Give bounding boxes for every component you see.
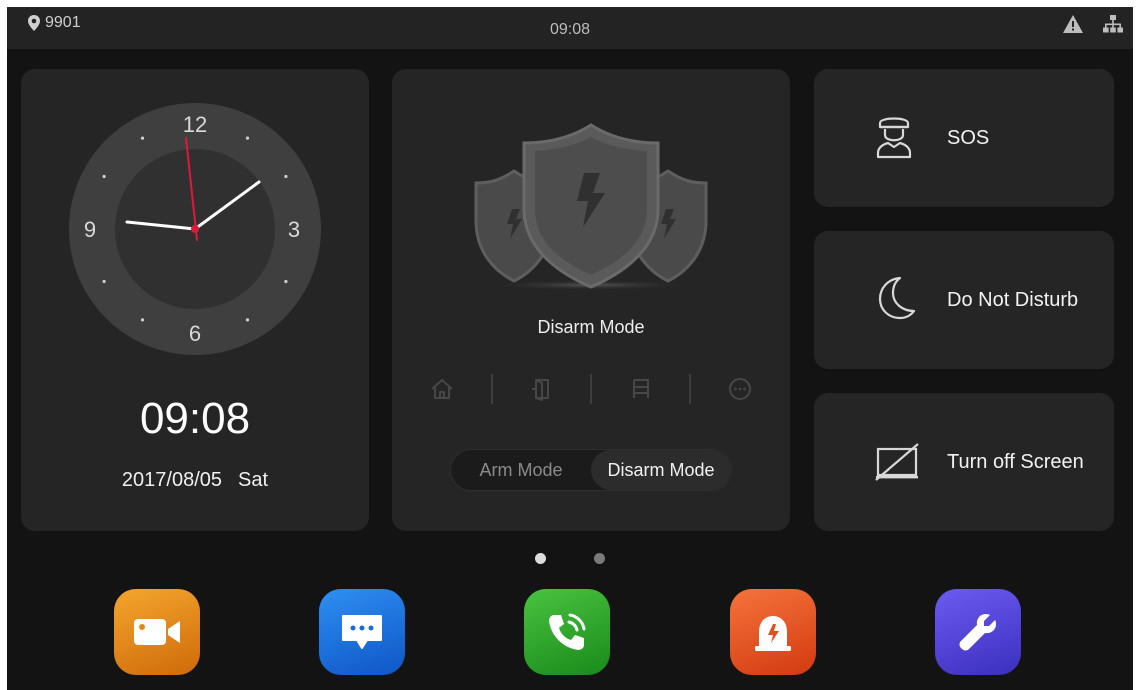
bed-icon (632, 379, 649, 398)
dial-number-9: 9 (84, 217, 96, 242)
zone-divider (589, 374, 592, 404)
mode-label: Disarm Mode (537, 317, 645, 337)
screen-off-icon (875, 443, 919, 481)
turn-off-screen-label: Turn off Screen (947, 451, 1084, 473)
do-not-disturb-button[interactable]: Do Not Disturb (814, 231, 1114, 369)
zone-row (422, 369, 760, 409)
door-icon (532, 379, 550, 401)
security-card[interactable]: Disarm Mode Arm Mode Disarm Mode (392, 69, 790, 531)
zone-bed[interactable] (621, 377, 661, 401)
mode-toggle[interactable]: Arm Mode Disarm Mode (450, 449, 732, 491)
more-icon (728, 378, 751, 400)
status-icons (1063, 15, 1123, 33)
clock-center-pin (191, 225, 199, 233)
app-dock (7, 589, 1133, 679)
date-text: 2017/08/05 (121, 469, 223, 491)
phone-call-icon (549, 613, 586, 650)
disarm-mode-option[interactable]: Disarm Mode (591, 450, 731, 490)
page-dot[interactable] (594, 553, 605, 564)
message-app-button[interactable] (319, 589, 405, 675)
status-bar: 9901 09:08 (7, 7, 1133, 49)
shield-icon (474, 123, 708, 290)
alarm-icon (755, 616, 791, 651)
call-app-button[interactable] (524, 589, 610, 675)
dial-number-12: 12 (183, 112, 207, 137)
turn-off-screen-button[interactable]: Turn off Screen (814, 393, 1114, 531)
dial-number-3: 3 (288, 217, 300, 242)
arm-mode-option[interactable]: Arm Mode (451, 450, 591, 490)
settings-app-button[interactable] (935, 589, 1021, 675)
zone-door[interactable] (521, 377, 561, 401)
guard-icon (876, 117, 912, 159)
weekday-text: Sat (238, 469, 269, 491)
alarm-app-button[interactable] (730, 589, 816, 675)
zone-divider (490, 374, 493, 404)
video-camera-icon (134, 619, 180, 645)
wrench-icon (959, 614, 996, 651)
zone-more[interactable] (720, 377, 760, 401)
network-icon[interactable] (1103, 15, 1123, 33)
message-icon (342, 615, 382, 649)
date-row: 2017/08/05 Sat (21, 469, 369, 492)
page-dot-active[interactable] (535, 553, 546, 564)
status-time: 09:08 (549, 21, 591, 38)
analog-clock: 12 3 6 9 (69, 103, 321, 355)
zone-divider (689, 374, 692, 404)
monitor-app-button[interactable] (114, 589, 200, 675)
clock-card: 12 3 6 9 09:08 2017/08/05 Sat (21, 69, 369, 531)
warning-icon[interactable] (1063, 15, 1083, 33)
sos-label: SOS (947, 127, 990, 149)
digital-time: 09:08 (139, 394, 251, 443)
sos-button[interactable]: SOS (814, 69, 1114, 207)
page-indicator (7, 553, 1133, 564)
home-icon (431, 379, 453, 399)
dial-number-6: 6 (189, 321, 201, 346)
do-not-disturb-label: Do Not Disturb (947, 289, 1079, 311)
home-screen: 9901 09:08 12 3 6 9 09:08 2017/08/05 Sat… (7, 7, 1133, 690)
zone-home[interactable] (422, 377, 462, 401)
moon-icon (878, 276, 916, 320)
